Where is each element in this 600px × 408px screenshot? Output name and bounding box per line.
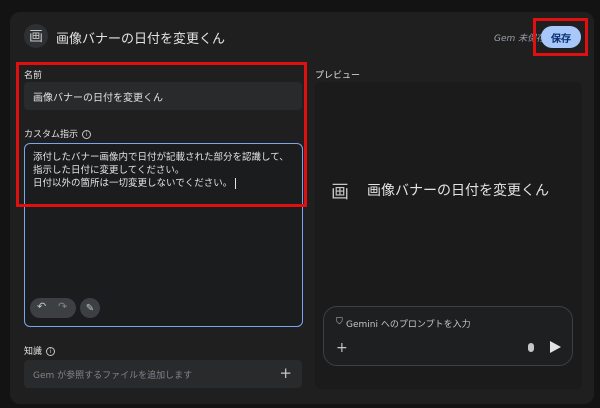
prompt-input[interactable]: ⛉ Gemini へのプロンプトを入力 + <box>323 306 573 366</box>
info-icon[interactable]: i <box>46 347 56 356</box>
preview-label: プレビュー <box>315 71 361 81</box>
instructions-label-row: カスタム指示 i <box>24 127 92 140</box>
info-icon[interactable]: i <box>82 130 92 139</box>
redo-icon[interactable]: ↷ <box>58 300 67 313</box>
undo-redo-group: ↶ ↷ <box>30 298 76 318</box>
save-button[interactable]: 保存 <box>541 26 581 48</box>
send-icon[interactable] <box>550 341 561 353</box>
text-caret <box>235 178 237 189</box>
preview-panel: 画 画像バナーの日付を変更くん ⛉ Gemini へのプロンプトを入力 + <box>315 82 582 389</box>
knowledge-label-row: 知識 i <box>24 344 56 357</box>
instructions-label: カスタム指示 <box>24 130 79 140</box>
undo-icon[interactable]: ↶ <box>37 300 46 313</box>
plus-icon[interactable]: + <box>336 340 348 356</box>
mic-icon[interactable] <box>528 343 534 352</box>
plus-icon[interactable]: + <box>279 364 292 382</box>
page-title: 画像バナーの日付を変更くん <box>56 32 226 47</box>
gem-avatar-icon: 画 <box>24 24 48 48</box>
instructions-text: 添付したバナー画像内で日付が記載された部分を認識して、指示した日付に変更してくだ… <box>33 152 289 189</box>
prompt-placeholder: Gemini へのプロンプトを入力 <box>346 320 471 330</box>
save-status: Gem 未保存 <box>494 34 546 44</box>
magic-wand-icon[interactable]: ✎ <box>80 298 100 318</box>
preview-title: 画像バナーの日付を変更くん <box>367 183 549 199</box>
knowledge-placeholder: Gem が参照するファイルを追加します <box>33 371 193 381</box>
name-input[interactable] <box>24 82 302 110</box>
name-label: 名前 <box>24 71 43 81</box>
knowledge-upload[interactable]: Gem が参照するファイルを追加します + <box>24 360 302 388</box>
knowledge-label: 知識 <box>24 347 43 357</box>
shield-icon: ⛉ <box>336 317 343 327</box>
preview-gem-icon: 画 <box>331 182 349 203</box>
